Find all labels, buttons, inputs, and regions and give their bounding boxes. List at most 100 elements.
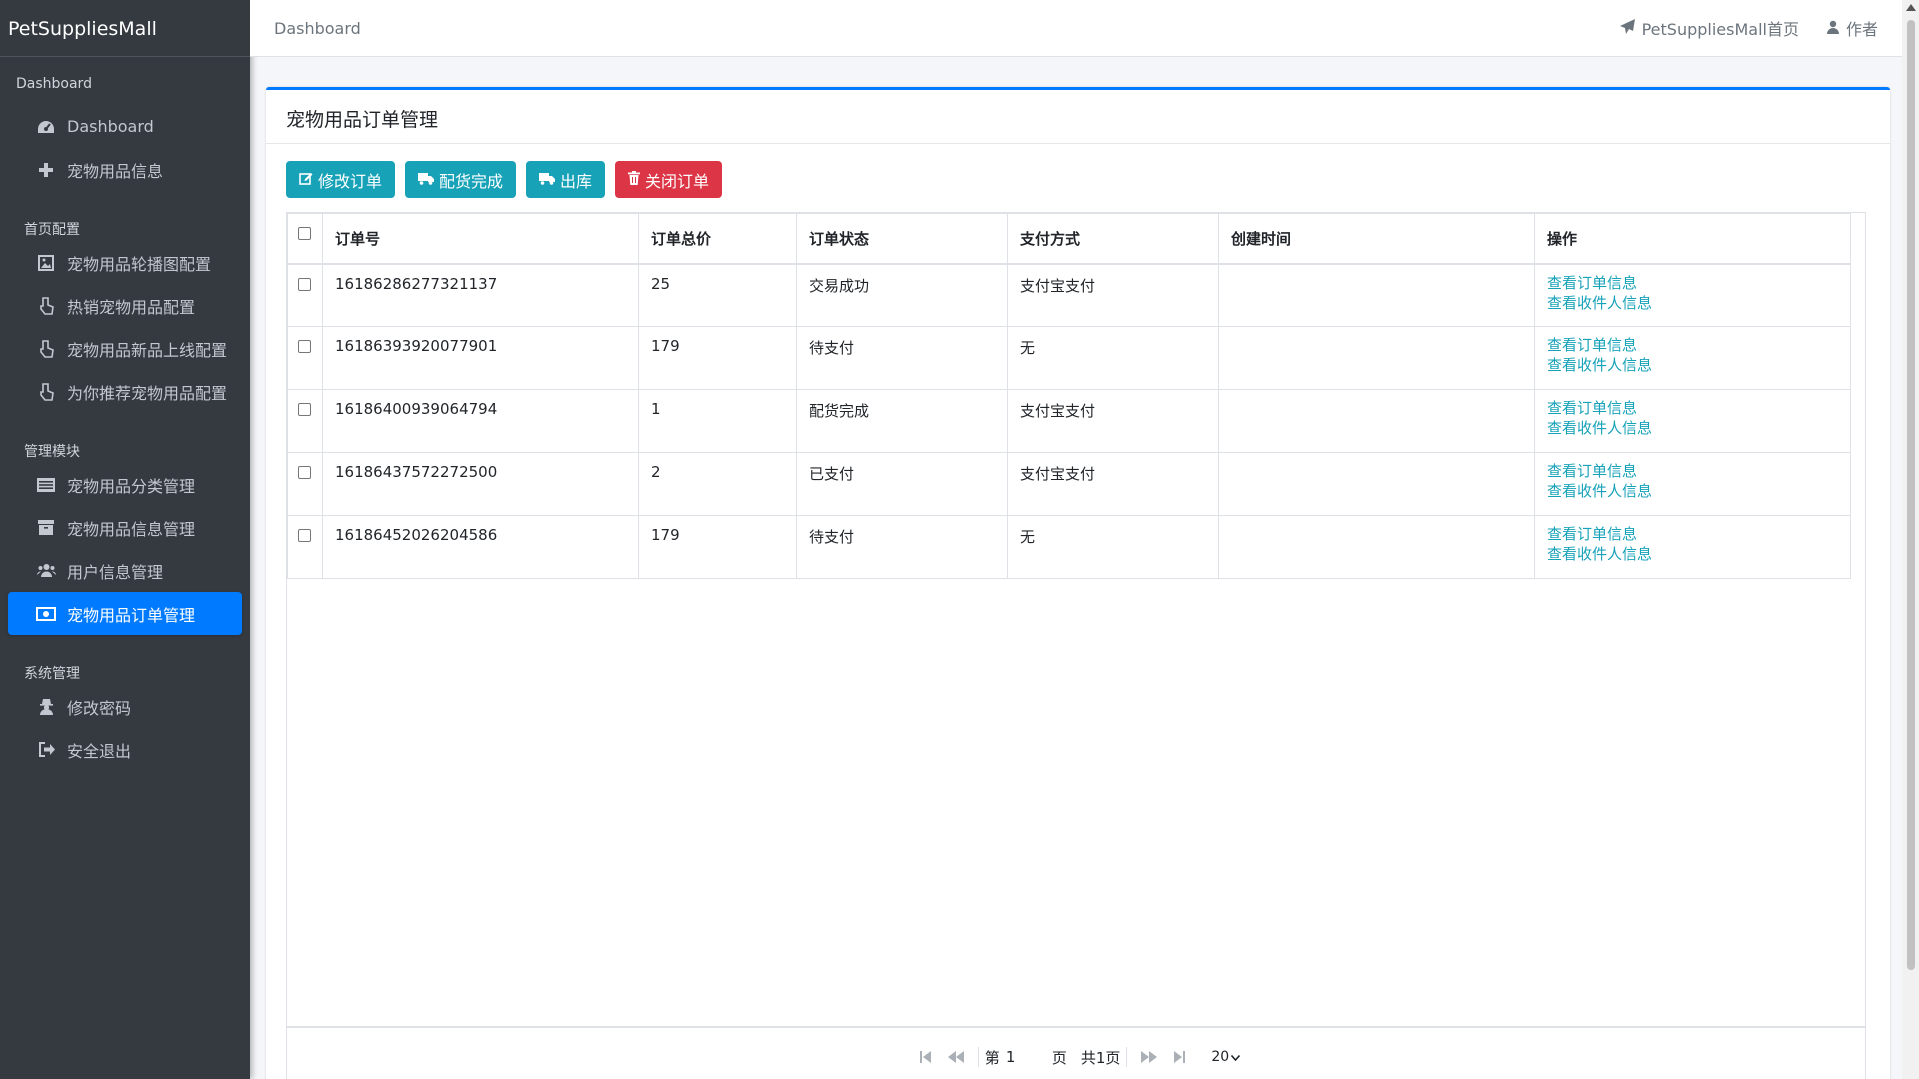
row-select-cell xyxy=(287,326,323,390)
order-table: 订单号 订单总价 订单状态 支付方式 创建时间 操作 1618628627732… xyxy=(287,213,1851,579)
column-header-order-no[interactable]: 订单号 xyxy=(322,213,639,265)
sidebar-item-label: 宠物用品分类管理 xyxy=(67,476,196,496)
row-checkbox[interactable] xyxy=(298,466,311,479)
scrollbar-thumb[interactable] xyxy=(1907,20,1915,970)
actions-cell: 查看订单信息 查看收件人信息 xyxy=(1534,515,1851,579)
row-checkbox[interactable] xyxy=(298,403,311,416)
status-cell: 待支付 xyxy=(796,326,1008,390)
breadcrumb[interactable]: Dashboard xyxy=(274,19,361,38)
total-cell: 2 xyxy=(638,452,797,516)
order-table-container: 订单号 订单总价 订单状态 支付方式 创建时间 操作 1618628627732… xyxy=(286,212,1866,1027)
row-checkbox[interactable] xyxy=(298,340,311,353)
view-receiver-link[interactable]: 查看收件人信息 xyxy=(1547,479,1838,503)
select-all-checkbox[interactable] xyxy=(298,227,311,240)
actions-cell: 查看订单信息 查看收件人信息 xyxy=(1534,452,1851,516)
select-all-cell xyxy=(287,213,323,265)
plus-icon xyxy=(34,161,58,179)
sidebar-item-new-config[interactable]: 宠物用品新品上线配置 xyxy=(8,327,242,370)
created-cell xyxy=(1218,389,1535,453)
edit-order-button[interactable]: 修改订单 xyxy=(286,161,396,198)
sidebar-item-label: 热销宠物用品配置 xyxy=(67,297,196,317)
created-cell xyxy=(1218,452,1535,516)
sidebar-item-category-mgmt[interactable]: 宠物用品分类管理 xyxy=(8,463,242,506)
status-cell: 待支付 xyxy=(796,515,1008,579)
author-link[interactable]: 作者 xyxy=(1826,16,1878,40)
sidebar: PetSuppliesMall Dashboard Dashboard 宠物用品… xyxy=(0,0,250,1079)
outbound-label: 出库 xyxy=(560,171,593,191)
sidebar-header-dashboard: Dashboard xyxy=(16,76,92,92)
last-page-icon[interactable] xyxy=(1173,1050,1186,1064)
column-header-total[interactable]: 订单总价 xyxy=(638,213,797,265)
page-number-input[interactable]: 1 xyxy=(1000,1048,1038,1066)
close-order-button[interactable]: 关闭订单 xyxy=(615,161,723,198)
scroll-up-icon[interactable] xyxy=(1906,4,1916,11)
home-link-label: PetSuppliesMall首页 xyxy=(1641,20,1799,39)
pay-cell: 支付宝支付 xyxy=(1007,263,1219,327)
prev-page-icon[interactable] xyxy=(947,1051,964,1063)
sidebar-item-label: 安全退出 xyxy=(67,741,132,761)
column-header-created[interactable]: 创建时间 xyxy=(1218,213,1535,265)
order-no-cell: 16186437572272500 xyxy=(322,452,639,516)
column-header-status[interactable]: 订单状态 xyxy=(796,213,1008,265)
row-select-cell xyxy=(287,389,323,453)
packed-done-button[interactable]: 配货完成 xyxy=(405,161,517,198)
sidebar-item-logout[interactable]: 安全退出 xyxy=(8,728,242,771)
sidebar-item-label: 宠物用品信息管理 xyxy=(67,519,196,539)
outbound-button[interactable]: 出库 xyxy=(526,161,606,198)
sidebar-item-pet-supplies-info[interactable]: 宠物用品信息 xyxy=(8,148,242,191)
table-row[interactable]: 16186400939064794 1 配货完成 支付宝支付 查看订单信息 查看… xyxy=(287,389,1851,453)
table-header-row: 订单号 订单总价 订单状态 支付方式 创建时间 操作 xyxy=(287,213,1851,265)
sidebar-item-goods-mgmt[interactable]: 宠物用品信息管理 xyxy=(8,506,242,549)
sidebar-item-change-password[interactable]: 修改密码 xyxy=(8,685,242,728)
truck-icon xyxy=(418,170,435,189)
sidebar-item-carousel-config[interactable]: 宠物用品轮播图配置 xyxy=(8,241,242,284)
table-row[interactable]: 16186452026204586 179 待支付 无 查看订单信息 查看收件人… xyxy=(287,515,1851,579)
page-size-select[interactable]: 20 xyxy=(1211,1049,1241,1065)
order-management-card: 宠物用品订单管理 修改订单 配货完成 出库 关闭订单 订单号 订单总价 订单状态… xyxy=(266,87,1890,1079)
vertical-scrollbar[interactable] xyxy=(1902,0,1919,1079)
user-icon xyxy=(1826,19,1839,38)
archive-icon xyxy=(34,519,58,537)
created-cell xyxy=(1218,263,1535,327)
sidebar-item-dashboard[interactable]: Dashboard xyxy=(8,105,242,148)
row-checkbox[interactable] xyxy=(298,529,311,542)
view-receiver-link[interactable]: 查看收件人信息 xyxy=(1547,291,1838,315)
sidebar-item-recommend-config[interactable]: 为你推荐宠物用品配置 xyxy=(8,370,242,413)
column-header-pay[interactable]: 支付方式 xyxy=(1007,213,1219,265)
paper-plane-icon xyxy=(1619,18,1635,38)
user-secret-icon xyxy=(34,698,58,716)
brand-logo[interactable]: PetSuppliesMall xyxy=(0,0,250,57)
sidebar-item-hot-config[interactable]: 热销宠物用品配置 xyxy=(8,284,242,327)
actions-cell: 查看订单信息 查看收件人信息 xyxy=(1534,263,1851,327)
sidebar-item-label: 宠物用品订单管理 xyxy=(67,605,196,625)
money-icon xyxy=(34,605,58,623)
dashboard-icon xyxy=(34,118,58,136)
table-row[interactable]: 16186286277321137 25 交易成功 支付宝支付 查看订单信息 查… xyxy=(287,263,1851,327)
table-row[interactable]: 16186437572272500 2 已支付 支付宝支付 查看订单信息 查看收… xyxy=(287,452,1851,516)
status-cell: 交易成功 xyxy=(796,263,1008,327)
home-link[interactable]: PetSuppliesMall首页 xyxy=(1619,16,1799,40)
view-receiver-link[interactable]: 查看收件人信息 xyxy=(1547,353,1838,377)
pay-cell: 无 xyxy=(1007,515,1219,579)
page-suffix: 页 xyxy=(1051,1048,1067,1067)
created-cell xyxy=(1218,326,1535,390)
actions-cell: 查看订单信息 查看收件人信息 xyxy=(1534,389,1851,453)
truck-icon xyxy=(539,170,556,189)
table-row[interactable]: 16186393920077901 179 待支付 无 查看订单信息 查看收件人… xyxy=(287,326,1851,390)
total-cell: 179 xyxy=(638,515,797,579)
sidebar-header-home-config: 首页配置 xyxy=(24,222,80,238)
row-checkbox[interactable] xyxy=(298,277,311,291)
sidebar-header-system: 系统管理 xyxy=(24,666,80,682)
first-page-icon[interactable] xyxy=(919,1050,932,1064)
view-receiver-link[interactable]: 查看收件人信息 xyxy=(1547,416,1838,440)
pager-separator xyxy=(1126,1047,1128,1067)
next-page-icon[interactable] xyxy=(1141,1051,1158,1063)
pager-separator xyxy=(977,1047,979,1067)
total-pages: 共1页 xyxy=(1080,1048,1121,1067)
total-cell: 1 xyxy=(638,389,797,453)
sidebar-item-order-mgmt[interactable]: 宠物用品订单管理 xyxy=(8,592,242,635)
total-cell: 25 xyxy=(638,263,797,327)
image-icon xyxy=(34,254,58,272)
view-receiver-link[interactable]: 查看收件人信息 xyxy=(1547,542,1838,566)
sidebar-item-user-mgmt[interactable]: 用户信息管理 xyxy=(8,549,242,592)
